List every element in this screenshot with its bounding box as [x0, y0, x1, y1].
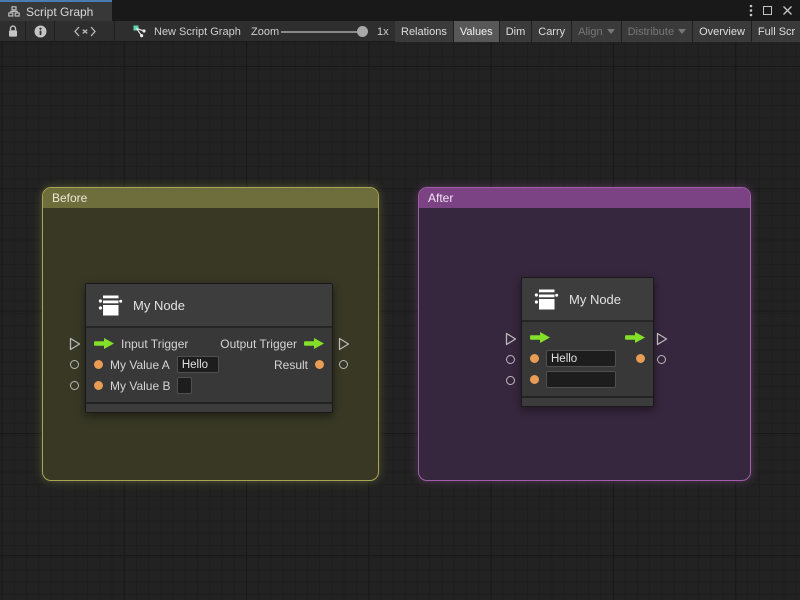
dropdown-arrow-icon — [607, 29, 615, 34]
port-row-trigger: Input Trigger Output Trigger — [86, 333, 332, 354]
zoom-slider[interactable] — [281, 31, 367, 33]
port-row-value-a — [522, 348, 653, 369]
tab-title: Script Graph — [26, 5, 93, 19]
external-data-input-port-icon[interactable] — [506, 355, 515, 364]
toolbar-button-align[interactable]: Align — [572, 21, 621, 42]
graph-title: New Script Graph — [133, 21, 241, 42]
toolbar-buttons: Relations Values Dim Carry Align Distrib… — [395, 21, 800, 42]
node-after[interactable]: My Node — [521, 277, 654, 407]
unit-icon — [534, 287, 559, 311]
graph-name-label: New Script Graph — [154, 26, 241, 38]
port-row-value-b: My Value B — [86, 375, 332, 396]
code-view-button[interactable] — [55, 21, 115, 42]
toolbar-button-dim[interactable]: Dim — [500, 21, 533, 42]
graph-toolbar: New Script Graph Zoom 1x Relations Value… — [0, 21, 800, 42]
flow-input-port-icon[interactable] — [530, 332, 550, 343]
data-output-port-icon[interactable] — [636, 354, 645, 363]
lock-icon — [7, 25, 19, 38]
zoom-value: 1x — [377, 21, 389, 42]
value-b-input-field[interactable] — [177, 377, 192, 394]
tab-bar: Script Graph — [0, 0, 800, 21]
port-row-value-a: My Value A Result — [86, 354, 332, 375]
port-label-output-trigger: Output Trigger — [220, 337, 297, 351]
toolbar-button-values[interactable]: Values — [454, 21, 500, 42]
tab-script-graph[interactable]: Script Graph — [0, 0, 112, 21]
external-flow-output-port-icon[interactable] — [656, 332, 668, 351]
flow-output-port-icon[interactable] — [625, 332, 645, 343]
data-input-port-icon[interactable] — [94, 381, 103, 390]
toolbar-button-carry[interactable]: Carry — [532, 21, 572, 42]
port-label-my-value-b: My Value B — [110, 379, 170, 393]
group-after-label: After — [428, 191, 453, 205]
value-b-input-field[interactable] — [546, 371, 616, 388]
value-a-input-field[interactable] — [177, 356, 219, 373]
port-row-trigger — [522, 327, 653, 348]
info-icon — [34, 25, 47, 38]
toolbar-button-relations[interactable]: Relations — [395, 21, 454, 42]
group-after-header[interactable]: After — [419, 188, 750, 208]
menu-dots-icon[interactable] — [749, 4, 753, 17]
flow-output-port-icon[interactable] — [304, 338, 324, 349]
toolbar-button-fullscreen[interactable]: Full Scr — [752, 21, 800, 42]
node-footer — [522, 396, 653, 406]
toolbar-button-overview[interactable]: Overview — [693, 21, 752, 42]
maximize-icon[interactable] — [763, 6, 772, 15]
port-label-my-value-a: My Value A — [110, 358, 170, 372]
port-label-result: Result — [274, 358, 308, 372]
external-data-input-port-icon[interactable] — [70, 381, 79, 390]
zoom-label: Zoom — [251, 21, 279, 42]
close-icon[interactable] — [782, 5, 793, 16]
dropdown-arrow-icon — [678, 29, 686, 34]
data-input-port-icon[interactable] — [530, 354, 539, 363]
data-input-port-icon[interactable] — [94, 360, 103, 369]
port-row-value-b — [522, 369, 653, 390]
group-before-label: Before — [52, 191, 87, 205]
node-footer — [86, 402, 332, 412]
node-before-header[interactable]: My Node — [86, 284, 332, 328]
graph-tree-icon — [8, 6, 20, 17]
toolbar-button-distribute[interactable]: Distribute — [622, 21, 693, 42]
group-before-header[interactable]: Before — [43, 188, 378, 208]
external-flow-input-port-icon[interactable] — [505, 332, 517, 351]
external-data-input-port-icon[interactable] — [506, 376, 515, 385]
data-output-port-icon[interactable] — [315, 360, 324, 369]
value-a-input-field[interactable] — [546, 350, 616, 367]
data-input-port-icon[interactable] — [530, 375, 539, 384]
external-data-output-port-icon[interactable] — [339, 360, 348, 369]
script-graph-icon — [133, 25, 147, 38]
external-flow-output-port-icon[interactable] — [338, 337, 350, 356]
node-after-body — [522, 322, 653, 396]
zoom-slider-handle[interactable] — [357, 26, 368, 37]
node-before[interactable]: My Node Input Trigger Output Trigger My … — [85, 283, 333, 413]
graph-canvas[interactable]: Before After My Node — [0, 42, 800, 600]
info-button[interactable] — [26, 21, 55, 42]
code-view-icon — [74, 26, 96, 37]
window-controls — [749, 0, 800, 21]
external-data-output-port-icon[interactable] — [657, 355, 666, 364]
lock-button[interactable] — [0, 21, 26, 42]
external-flow-input-port-icon[interactable] — [69, 337, 81, 356]
node-after-header[interactable]: My Node — [522, 278, 653, 322]
node-title: My Node — [569, 292, 621, 307]
unit-icon — [98, 293, 123, 317]
node-before-body: Input Trigger Output Trigger My Value A … — [86, 328, 332, 402]
flow-input-port-icon[interactable] — [94, 338, 114, 349]
port-label-input-trigger: Input Trigger — [121, 337, 188, 351]
node-title: My Node — [133, 298, 185, 313]
external-data-input-port-icon[interactable] — [70, 360, 79, 369]
